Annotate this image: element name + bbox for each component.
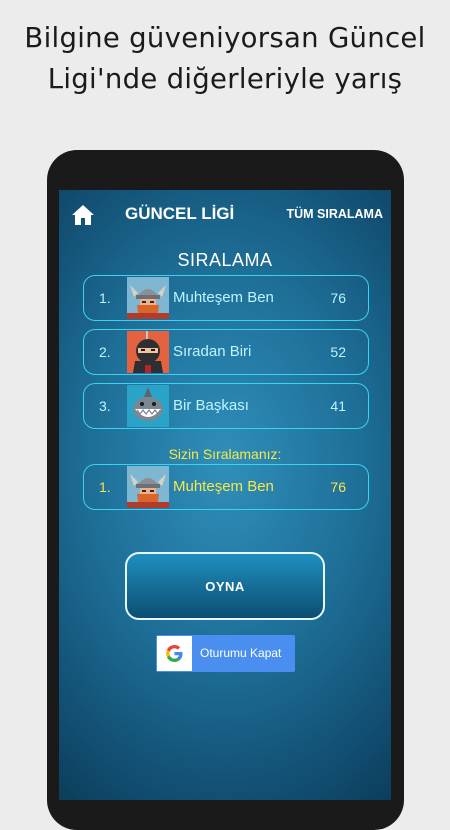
play-button[interactable]: OYNA [125,552,325,620]
rank-position: 1. [99,290,111,306]
player-name: Bir Başkası [173,397,249,414]
player-name: Muhteşem Ben [173,478,274,495]
player-name: Sıradan Biri [173,343,252,360]
sign-out-label: Oturumu Kapat [200,646,282,660]
player-score: 41 [330,398,346,414]
player-score: 76 [330,479,346,495]
your-ranking-label: Sizin Sıralamanız: [168,446,282,462]
player-score: 52 [330,344,346,360]
league-title: GÜNCEL LİGİ [125,204,235,223]
rank-position: 2. [99,344,111,360]
google-icon [157,636,192,671]
ninja-avatar [127,331,169,373]
all-ranking-button[interactable]: TÜM SIRALAMA [286,207,383,221]
viking-avatar [127,466,169,508]
promo-headline: Bilgine güveniyorsan Güncel Ligi'nde diğ… [0,18,450,100]
ranking-heading: SIRALAMA [177,250,273,270]
headline-line-2: Ligi'nde diğerleriyle yarış [47,63,403,95]
shark-avatar [127,385,169,427]
app-screen: GÜNCEL LİGİ TÜM SIRALAMA SIRALAMA 1. Muh… [59,190,391,800]
ranking-row: 1. Muhteşem Ben 76 [83,275,369,321]
player-name: Muhteşem Ben [173,289,274,306]
your-ranking-row: 1. Muhteşem Ben 76 [83,464,369,510]
player-score: 76 [330,290,346,306]
sign-out-button[interactable]: Oturumu Kapat [156,635,295,672]
ranking-row: 2. Sıradan Biri 52 [83,329,369,375]
rank-position: 3. [99,398,111,414]
viking-avatar [127,277,169,319]
rank-position: 1. [99,479,111,495]
ranking-row: 3. Bir Başkası 41 [83,383,369,429]
headline-line-1: Bilgine güveniyorsan Güncel [24,22,426,54]
home-icon[interactable] [71,204,95,226]
